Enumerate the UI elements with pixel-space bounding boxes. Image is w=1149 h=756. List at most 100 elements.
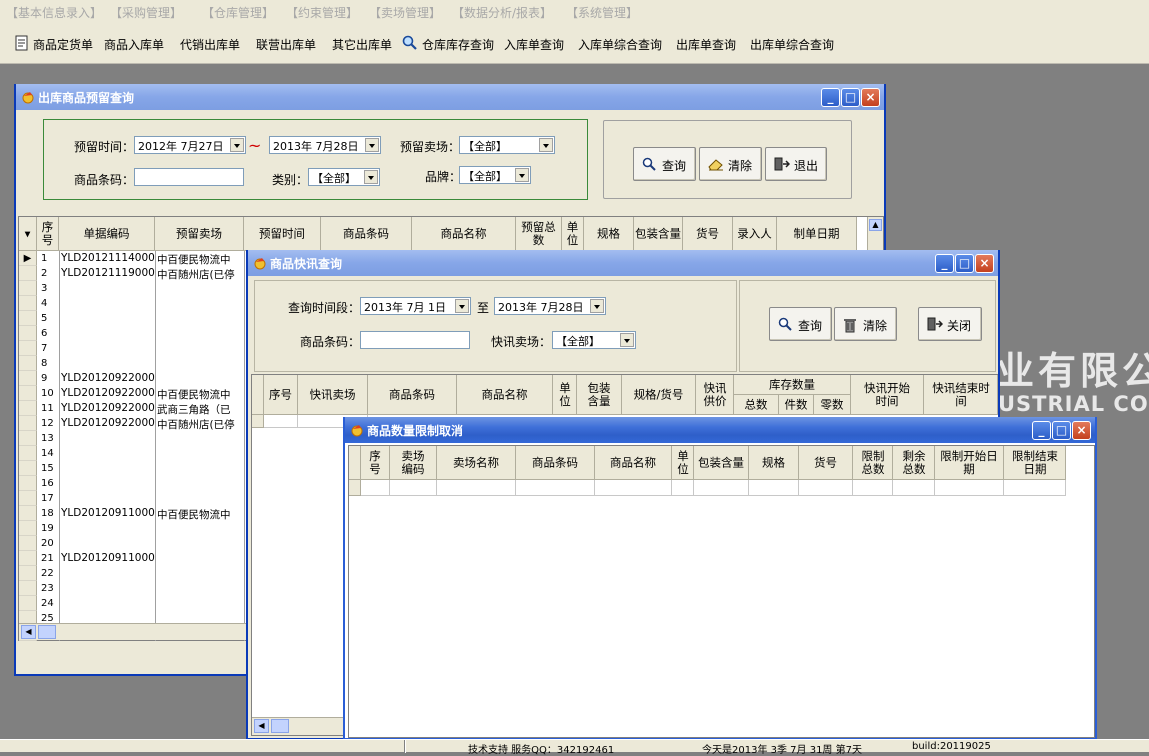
- column-header[interactable]: 商品条码: [368, 375, 457, 415]
- toolbar-in-summary-button[interactable]: 入库单综合查询: [578, 36, 662, 53]
- vertical-scrollbar[interactable]: ▲: [867, 217, 883, 251]
- column-header[interactable]: 制单日期: [777, 217, 857, 251]
- doc-code-cell[interactable]: YLD201211140001: [61, 252, 155, 264]
- column-header[interactable]: 包装含量: [577, 375, 622, 415]
- menu-basic-info[interactable]: 【基本信息录入】: [6, 4, 102, 21]
- column-header[interactable]: 商品条码: [516, 446, 595, 480]
- column-header[interactable]: 商品条码: [321, 217, 412, 251]
- menu-warehouse[interactable]: 【仓库管理】: [202, 4, 274, 21]
- close-button[interactable]: ×: [861, 88, 880, 107]
- reserve-clear-button[interactable]: 清除: [699, 147, 762, 181]
- store-cell[interactable]: 中百便民物流中: [157, 252, 245, 267]
- toolbar-out-query-button[interactable]: 出库单查询: [676, 36, 736, 53]
- column-header[interactable]: 序号: [264, 375, 298, 415]
- row-indicator[interactable]: [19, 311, 37, 326]
- column-header[interactable]: 包装含量: [634, 217, 683, 251]
- row-indicator[interactable]: [19, 281, 37, 296]
- toolbar-consign-out-button[interactable]: 代销出库单: [180, 36, 240, 53]
- column-header[interactable]: 快讯开始时间: [851, 375, 924, 415]
- minimize-button[interactable]: _: [935, 254, 954, 273]
- column-header[interactable]: 快讯供价: [696, 375, 734, 415]
- column-header[interactable]: 商品名称: [457, 375, 553, 415]
- store-cell[interactable]: 中百随州店(已停: [157, 417, 245, 432]
- chevron-down-icon[interactable]: [364, 170, 378, 184]
- row-indicator[interactable]: [19, 296, 37, 311]
- row-indicator[interactable]: [19, 416, 37, 431]
- column-header[interactable]: 货号: [799, 446, 853, 480]
- row-indicator[interactable]: ▶: [19, 251, 37, 266]
- row-indicator[interactable]: [252, 415, 264, 428]
- chevron-down-icon[interactable]: [515, 168, 529, 182]
- column-header[interactable]: 货号: [683, 217, 733, 251]
- scroll-up-icon[interactable]: ▲: [869, 219, 882, 231]
- toolbar-out-summary-button[interactable]: 出库单综合查询: [750, 36, 834, 53]
- minimize-button[interactable]: _: [1032, 421, 1051, 440]
- store-cell[interactable]: 中百随州店(已停: [157, 267, 245, 282]
- maximize-button[interactable]: □: [1052, 421, 1071, 440]
- column-header[interactable]: 剩余总数: [893, 446, 935, 480]
- flash-barcode-input[interactable]: [360, 331, 470, 349]
- column-header[interactable]: 快讯卖场: [298, 375, 368, 415]
- column-header[interactable]: 序号: [37, 217, 59, 251]
- maximize-button[interactable]: □: [955, 254, 974, 273]
- store-cell[interactable]: 中百便民物流中: [157, 387, 245, 402]
- row-indicator[interactable]: [19, 431, 37, 446]
- flash-date-from[interactable]: 2013年 7月 1日: [360, 297, 471, 315]
- grid-cell[interactable]: [694, 480, 749, 496]
- column-header[interactable]: 零数: [814, 395, 851, 415]
- column-header[interactable]: 规格/货号: [622, 375, 696, 415]
- row-indicator[interactable]: [19, 446, 37, 461]
- flash-date-to[interactable]: 2013年 7月28日: [494, 297, 606, 315]
- reserve-query-button[interactable]: 查询: [633, 147, 696, 181]
- maximize-button[interactable]: □: [841, 88, 860, 107]
- row-indicator[interactable]: [19, 491, 37, 506]
- grid-cell[interactable]: [893, 480, 935, 496]
- scroll-left-icon[interactable]: ◀: [254, 719, 269, 733]
- row-indicator[interactable]: [19, 326, 37, 341]
- column-header[interactable]: 包装含量: [694, 446, 749, 480]
- store-cell[interactable]: 中百便民物流中: [157, 507, 245, 522]
- column-header[interactable]: 预留时间: [244, 217, 321, 251]
- menu-system[interactable]: 【系统管理】: [566, 4, 638, 21]
- column-header[interactable]: 单据编码: [59, 217, 155, 251]
- grid-cell[interactable]: [799, 480, 853, 496]
- row-indicator[interactable]: [19, 266, 37, 281]
- toolbar-stock-query-button[interactable]: 仓库库存查询: [422, 36, 494, 53]
- store-cell[interactable]: 武商三角路（已: [157, 402, 245, 417]
- chevron-down-icon[interactable]: [590, 299, 604, 313]
- reserve-date-from[interactable]: 2012年 7月27日: [134, 136, 246, 154]
- grid-cell[interactable]: [672, 480, 694, 496]
- column-header[interactable]: 限制总数: [853, 446, 893, 480]
- grid-cell[interactable]: [749, 480, 799, 496]
- barcode-input[interactable]: [134, 168, 244, 186]
- grid-cell[interactable]: [264, 415, 298, 428]
- toolbar-in-query-button[interactable]: 入库单查询: [504, 36, 564, 53]
- column-header[interactable]: 录入人: [733, 217, 777, 251]
- reserve-store-select[interactable]: 【全部】: [459, 136, 555, 154]
- grid-cell[interactable]: [390, 480, 437, 496]
- toolbar-order-button[interactable]: 商品定货单: [33, 36, 93, 53]
- menu-constraint[interactable]: 【约束管理】: [286, 4, 358, 21]
- limit-grid-row[interactable]: [361, 480, 1066, 496]
- doc-code-cell[interactable]: YLD201209220007: [61, 402, 155, 414]
- column-header[interactable]: 预留总数: [516, 217, 562, 251]
- toolbar-joint-out-button[interactable]: 联营出库单: [256, 36, 316, 53]
- doc-code-cell[interactable]: YLD201209110007: [61, 552, 155, 564]
- column-header[interactable]: 总数: [734, 395, 779, 415]
- row-indicator[interactable]: [19, 461, 37, 476]
- grid-cell[interactable]: [437, 480, 516, 496]
- row-indicator[interactable]: [19, 341, 37, 356]
- minimize-button[interactable]: _: [821, 88, 840, 107]
- scroll-thumb[interactable]: [271, 719, 289, 733]
- column-header[interactable]: 限制结束日期: [1004, 446, 1066, 480]
- row-indicator[interactable]: [19, 371, 37, 386]
- chevron-down-icon[interactable]: [620, 333, 634, 347]
- grid-cell[interactable]: [853, 480, 893, 496]
- menu-purchase[interactable]: 【采购管理】: [110, 4, 182, 21]
- row-indicator[interactable]: [19, 536, 37, 551]
- doc-code-cell[interactable]: YLD201209110006: [61, 507, 155, 519]
- column-header[interactable]: 卖场名称: [437, 446, 516, 480]
- brand-select[interactable]: 【全部】: [459, 166, 531, 184]
- column-header[interactable]: 规格: [749, 446, 799, 480]
- column-header[interactable]: 限制开始日期: [935, 446, 1004, 480]
